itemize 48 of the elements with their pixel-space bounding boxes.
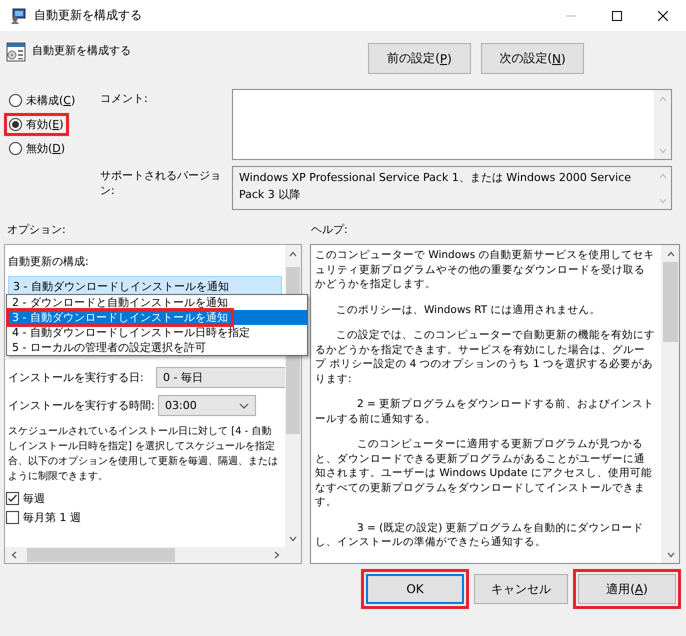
radio-icon[interactable]: [9, 94, 22, 107]
previous-setting-button[interactable]: 前の設定(P): [368, 43, 471, 74]
app-icon: [10, 8, 26, 24]
policy-title: 自動更新を構成する: [32, 43, 132, 58]
radio-button[interactable]: 有効(E): [4, 113, 69, 136]
supported-label: サポートされるバージョン:: [100, 168, 222, 199]
help-text: 3 = (既定の設定) 更新プログラムを自動的にダウンロードし、インストールの準備ができたら通知する。: [315, 520, 645, 550]
help-text: このコンピューターで Windows の自動更新サービスを使用してセキュリティ更新プログラムやその他の重要なダウンロードを受け取るかどうかを指定します。: [315, 248, 655, 292]
checkbox-icon[interactable]: [6, 492, 19, 505]
dropdown-option[interactable]: 5 - ローカルの管理者の設定選択を許可: [7, 340, 307, 355]
help-text: この設定では、このコンピューターで自動更新の機能を有効にするかどうかを指定できます。サービスを有効にした場合は、グループ ポリシー設定の 4 つのオプションのうち 1 つを選択する必要があります:: [315, 328, 655, 386]
cancel-button[interactable]: キャンセル: [474, 574, 568, 604]
help-text: 2 = 更新プログラムをダウンロードする前、およびインストールする前に通知する。: [315, 397, 655, 426]
options-label: オプション:: [7, 222, 67, 238]
help-label: ヘルプ:: [311, 222, 348, 238]
next-setting-button[interactable]: 次の設定(N): [481, 43, 584, 74]
scroll-thumb[interactable]: [663, 262, 678, 342]
window-title: 自動更新を構成する: [34, 7, 142, 24]
day-dropdown[interactable]: 0 - 毎日: [156, 367, 285, 388]
note-text: しインストール日時を指定] を選択してスケジュールを指定: [8, 440, 276, 454]
day-label: インストールを実行する日:: [8, 370, 145, 385]
radio-icon[interactable]: [9, 142, 22, 155]
vertical-scrollbar[interactable]: [662, 245, 679, 563]
checkbox-icon[interactable]: [6, 511, 19, 524]
time-dropdown[interactable]: 03:00: [158, 395, 256, 416]
comment-label: コメント:: [100, 91, 149, 107]
policy-icon: [6, 42, 26, 62]
radio-button[interactable]: 無効(D): [4, 137, 70, 160]
help-text: このポリシーは、Windows RT には適用されません。: [335, 302, 602, 317]
supported-versions: Windows XP Professional Service Pack 1、または Windows 2000 Service Pack 3 以降: [238, 170, 632, 203]
help-text: このコンピューターに適用する更新プログラムが見つかると、ダウンロードできる更新プログラムがあることがユーザーに通知されます。ユーザーは Windows Update にアクセスし、使用可能なすべての更新プログラムをダウンロードしてインストールできます。: [315, 437, 653, 510]
checkbox[interactable]: 毎週: [6, 491, 282, 506]
apply-button[interactable]: 適用(A): [573, 569, 681, 609]
comment-field[interactable]: [232, 89, 672, 160]
dropdown-option[interactable]: 4 - 自動ダウンロードしインストール日時を指定: [7, 325, 307, 340]
ok-button[interactable]: OK: [361, 569, 469, 609]
note-text: ように制限できます。: [8, 470, 108, 484]
time-label: インストールを実行する時間:: [8, 398, 156, 413]
dropdown-option[interactable]: 2 - ダウンロードと自動インストールを通知: [7, 295, 307, 310]
checkbox[interactable]: 毎月第 1 週: [6, 510, 282, 525]
radio-icon[interactable]: [9, 118, 22, 131]
dropdown-option[interactable]: 3 - 自動ダウンロードしインストールを通知: [7, 310, 307, 325]
note-text: 合、以下のオプションを使用して更新を毎週、隔週、または: [8, 454, 278, 469]
setting-label: 自動更新の構成:: [8, 254, 90, 269]
radio-button[interactable]: 未構成(C): [4, 89, 80, 112]
scroll-thumb[interactable]: [26, 548, 174, 562]
chevron-icon: [239, 402, 249, 408]
note-text: スケジュールされているインストール日に対して [4 - 自動: [8, 424, 272, 439]
